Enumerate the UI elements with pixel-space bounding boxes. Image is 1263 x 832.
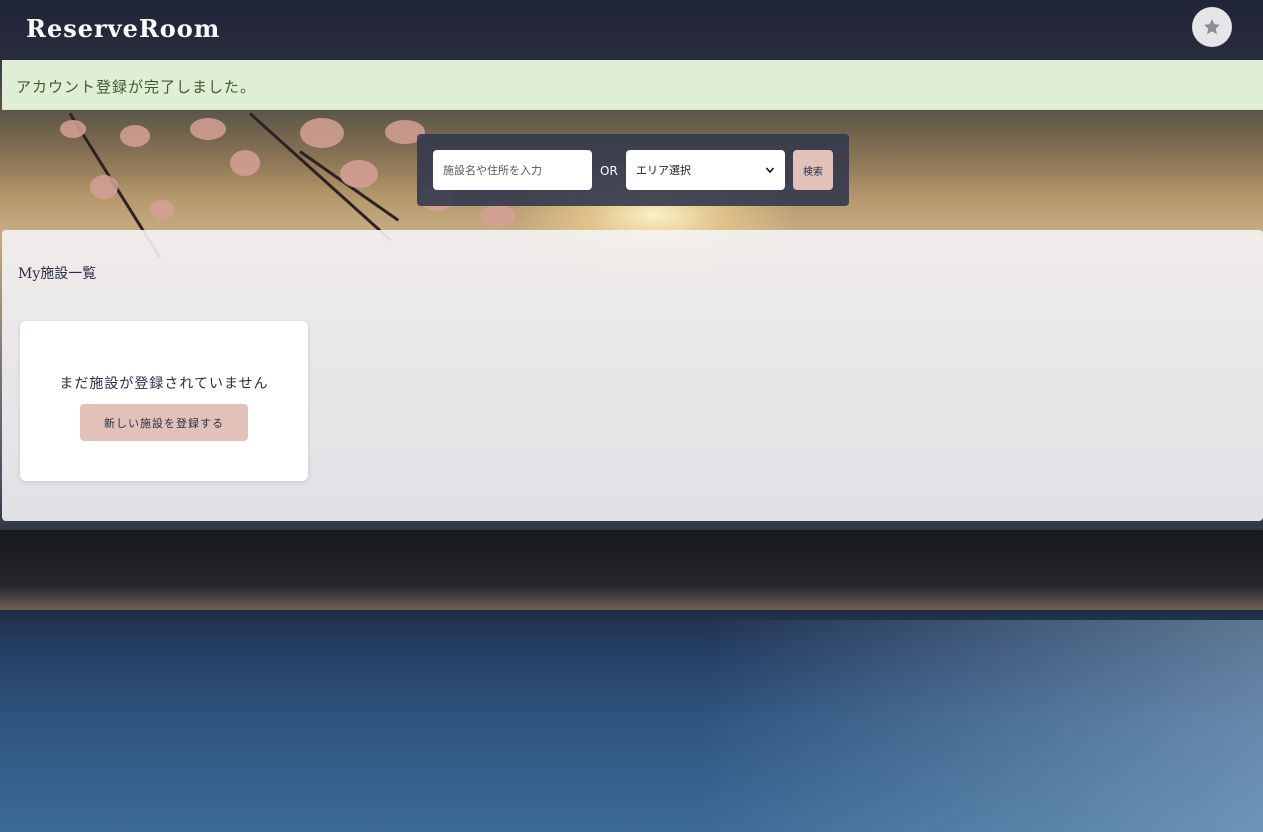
register-facility-button[interactable]: 新しい施設を登録する <box>80 404 248 441</box>
empty-state-card: まだ施設が登録されていません 新しい施設を登録する <box>20 321 308 481</box>
area-select[interactable]: エリア選択 <box>626 150 785 190</box>
background-town <box>0 530 1263 610</box>
search-button[interactable]: 検索 <box>793 150 833 190</box>
success-alert: アカウント登録が完了しました。 <box>2 60 1263 110</box>
empty-state-message: まだ施設が登録されていません <box>59 376 269 392</box>
search-bar: OR エリア選択 検索 <box>417 134 849 206</box>
top-navbar: ReserveRoom <box>0 0 1263 60</box>
or-label: OR <box>600 164 618 178</box>
area-select-value: エリア選択 <box>636 164 691 177</box>
star-icon <box>1204 19 1220 35</box>
page-title: My施設一覧 <box>18 266 97 282</box>
my-facilities-panel: My施設一覧 まだ施設が登録されていません 新しい施設を登録する <box>2 230 1263 521</box>
background-water <box>700 620 1263 832</box>
favorites-button[interactable] <box>1192 7 1232 47</box>
brand-logo[interactable]: ReserveRoom <box>26 14 220 43</box>
search-input[interactable] <box>433 150 592 190</box>
chevron-down-icon <box>765 167 775 174</box>
